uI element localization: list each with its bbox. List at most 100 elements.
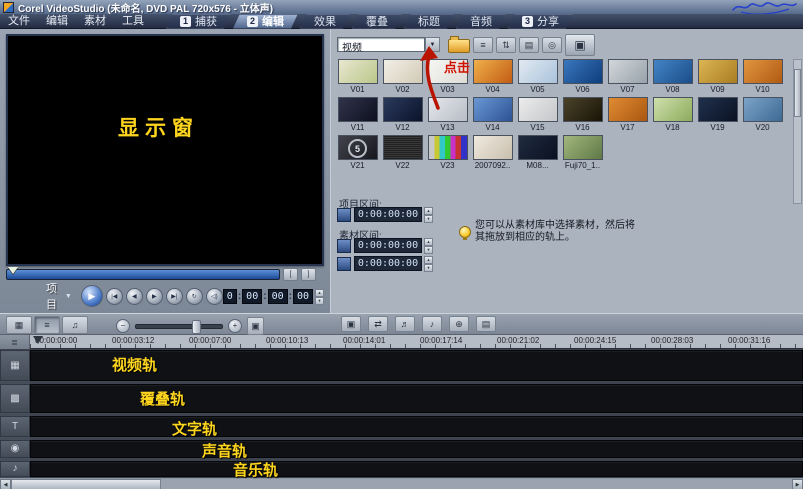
mark-out-spinner[interactable]: ▲ ▼ <box>424 256 433 272</box>
timeline-ruler[interactable]: 00:00:00:00 00:00:03:12 00:00:07:00 00:00:1… <box>30 335 803 349</box>
storyboard-view-button[interactable]: ▦ <box>6 316 32 334</box>
home-button[interactable]: |◀ <box>105 287 123 305</box>
library-clip[interactable]: V17 <box>605 97 650 135</box>
library-clip[interactable]: V12 <box>380 97 425 135</box>
tab-effect[interactable]: 效果 <box>300 14 350 29</box>
overlay-track[interactable] <box>30 384 803 413</box>
library-clip[interactable]: 5 V21 <box>335 135 380 173</box>
library-clip[interactable]: V03 <box>425 59 470 97</box>
library-clip[interactable]: Fuji70_1.. <box>560 135 605 173</box>
mark-in-button[interactable]: [ <box>283 267 298 281</box>
library-clip[interactable]: V11 <box>335 97 380 135</box>
music-track-header[interactable]: ♪ <box>0 461 30 477</box>
library-scrollbar-thumb[interactable] <box>794 69 801 117</box>
volume-button[interactable]: ◁) <box>205 287 223 305</box>
library-clip[interactable]: V13 <box>425 97 470 135</box>
project-duration-spinner[interactable]: ▲ ▼ <box>424 207 433 223</box>
insert-media-icon[interactable]: ▣ <box>341 316 361 332</box>
title-track-header[interactable]: T <box>0 416 30 437</box>
audio-view-button[interactable]: ♫ <box>62 316 88 334</box>
capture-frame-button[interactable]: ▣ <box>565 34 595 56</box>
tab-edit[interactable]: 2 编辑 <box>233 14 298 29</box>
chapter-point-icon[interactable]: ⊕ <box>449 316 469 332</box>
library-clip[interactable]: V02 <box>380 59 425 97</box>
tab-capture[interactable]: 1 捕获 <box>166 14 231 29</box>
zoom-slider-thumb[interactable] <box>192 319 201 334</box>
library-clip[interactable]: V22 <box>380 135 425 173</box>
zoom-out-icon[interactable]: − <box>116 319 130 333</box>
menu-clip[interactable]: 素材 <box>76 14 114 29</box>
music-track[interactable] <box>30 461 803 477</box>
next-frame-button[interactable]: ▶ <box>145 287 163 305</box>
library-clip[interactable]: V07 <box>605 59 650 97</box>
library-clip[interactable]: V16 <box>560 97 605 135</box>
library-clip[interactable]: V09 <box>695 59 740 97</box>
sort-icon[interactable]: ⇅ <box>496 37 516 53</box>
mark-out-field[interactable]: 0:00:00:00 ▲ ▼ <box>337 256 433 272</box>
sound-mixer-icon[interactable]: ♬ <box>395 316 415 332</box>
library-clip[interactable]: M08... <box>515 135 560 173</box>
scroll-right-arrow-icon[interactable]: ▶ <box>792 479 803 489</box>
timeline-scrollbar-thumb[interactable] <box>11 479 161 489</box>
video-track[interactable] <box>30 350 803 381</box>
auto-music-icon[interactable]: ♪ <box>422 316 442 332</box>
trim-bar[interactable] <box>6 266 280 280</box>
tab-audio[interactable]: 音频 <box>456 14 506 29</box>
overlay-track-header[interactable]: ▩ <box>0 384 30 413</box>
gallery-dropdown-arrow-icon[interactable]: ▼ <box>425 37 440 52</box>
tab-overlay[interactable]: 覆叠 <box>352 14 402 29</box>
library-clip[interactable]: V06 <box>560 59 605 97</box>
end-button[interactable]: ▶| <box>165 287 183 305</box>
menu-edit[interactable]: 编辑 <box>38 14 76 29</box>
spin-up-arrow[interactable]: ▲ <box>424 207 433 215</box>
preview-timecode-spinner[interactable]: ▲ ▼ <box>315 288 324 305</box>
fit-project-button[interactable]: ▣ <box>247 317 264 335</box>
zoom-in-icon[interactable]: + <box>228 319 242 333</box>
library-clip[interactable]: V18 <box>650 97 695 135</box>
library-clip[interactable]: 2007092.. <box>470 135 515 173</box>
library-clip[interactable]: V19 <box>695 97 740 135</box>
library-clip[interactable]: V10 <box>740 59 785 97</box>
project-duration-field[interactable]: 0:00:00:00 ▲ ▼ <box>337 207 433 223</box>
ruler-corner-button[interactable]: ≣ <box>0 335 30 349</box>
view-mode-icon[interactable]: ▤ <box>519 37 539 53</box>
library-clip[interactable]: V04 <box>470 59 515 97</box>
library-clip[interactable]: V08 <box>650 59 695 97</box>
trim-marker[interactable] <box>8 266 18 279</box>
spin-down-arrow[interactable]: ▼ <box>424 246 433 254</box>
load-media-folder-icon[interactable] <box>448 36 470 53</box>
scroll-left-arrow-icon[interactable]: ◀ <box>0 479 11 489</box>
timeline-scrollbar[interactable]: ◀ ▶ <box>0 478 803 489</box>
mark-in-spinner[interactable]: ▲ ▼ <box>424 238 433 254</box>
library-clip[interactable]: V01 <box>335 59 380 97</box>
timeline-view-button[interactable]: ≡ <box>34 316 60 334</box>
library-clip[interactable]: V23 <box>425 135 470 173</box>
library-clip[interactable]: V14 <box>470 97 515 135</box>
track-manager-icon[interactable]: ▤ <box>476 316 496 332</box>
spin-down-arrow[interactable]: ▼ <box>424 215 433 223</box>
gallery-dropdown[interactable]: 视频 <box>337 37 425 54</box>
library-clip[interactable]: V20 <box>740 97 785 135</box>
spin-down-arrow[interactable]: ▼ <box>315 296 324 305</box>
voice-track[interactable] <box>30 440 803 458</box>
playback-mode-label[interactable]: 项目 <box>46 280 63 312</box>
mode-dropdown-arrow-icon[interactable]: ▼ <box>65 293 72 300</box>
spin-up-arrow[interactable]: ▲ <box>424 238 433 246</box>
voice-track-header[interactable]: ◉ <box>0 440 30 458</box>
mark-out-button[interactable]: ] <box>301 267 316 281</box>
play-button[interactable]: ▶ <box>80 285 103 307</box>
zoom-slider[interactable] <box>135 319 223 334</box>
batch-convert-icon[interactable]: ⇄ <box>368 316 388 332</box>
media-options-icon[interactable]: ≡ <box>473 37 493 53</box>
library-clip[interactable]: V15 <box>515 97 560 135</box>
video-track-header[interactable]: ▦ <box>0 350 30 381</box>
repeat-button[interactable]: ↻ <box>185 287 203 305</box>
mark-in-field[interactable]: 0:00:00:00 ▲ ▼ <box>337 238 433 254</box>
network-icon[interactable]: ◎ <box>542 37 562 53</box>
spin-up-arrow[interactable]: ▲ <box>424 256 433 264</box>
playhead-scrubber[interactable] <box>33 336 43 349</box>
library-clip[interactable]: V05 <box>515 59 560 97</box>
tab-share[interactable]: 3 分享 <box>508 14 573 29</box>
spin-up-arrow[interactable]: ▲ <box>315 288 324 297</box>
menu-tools[interactable]: 工具 <box>114 14 152 29</box>
